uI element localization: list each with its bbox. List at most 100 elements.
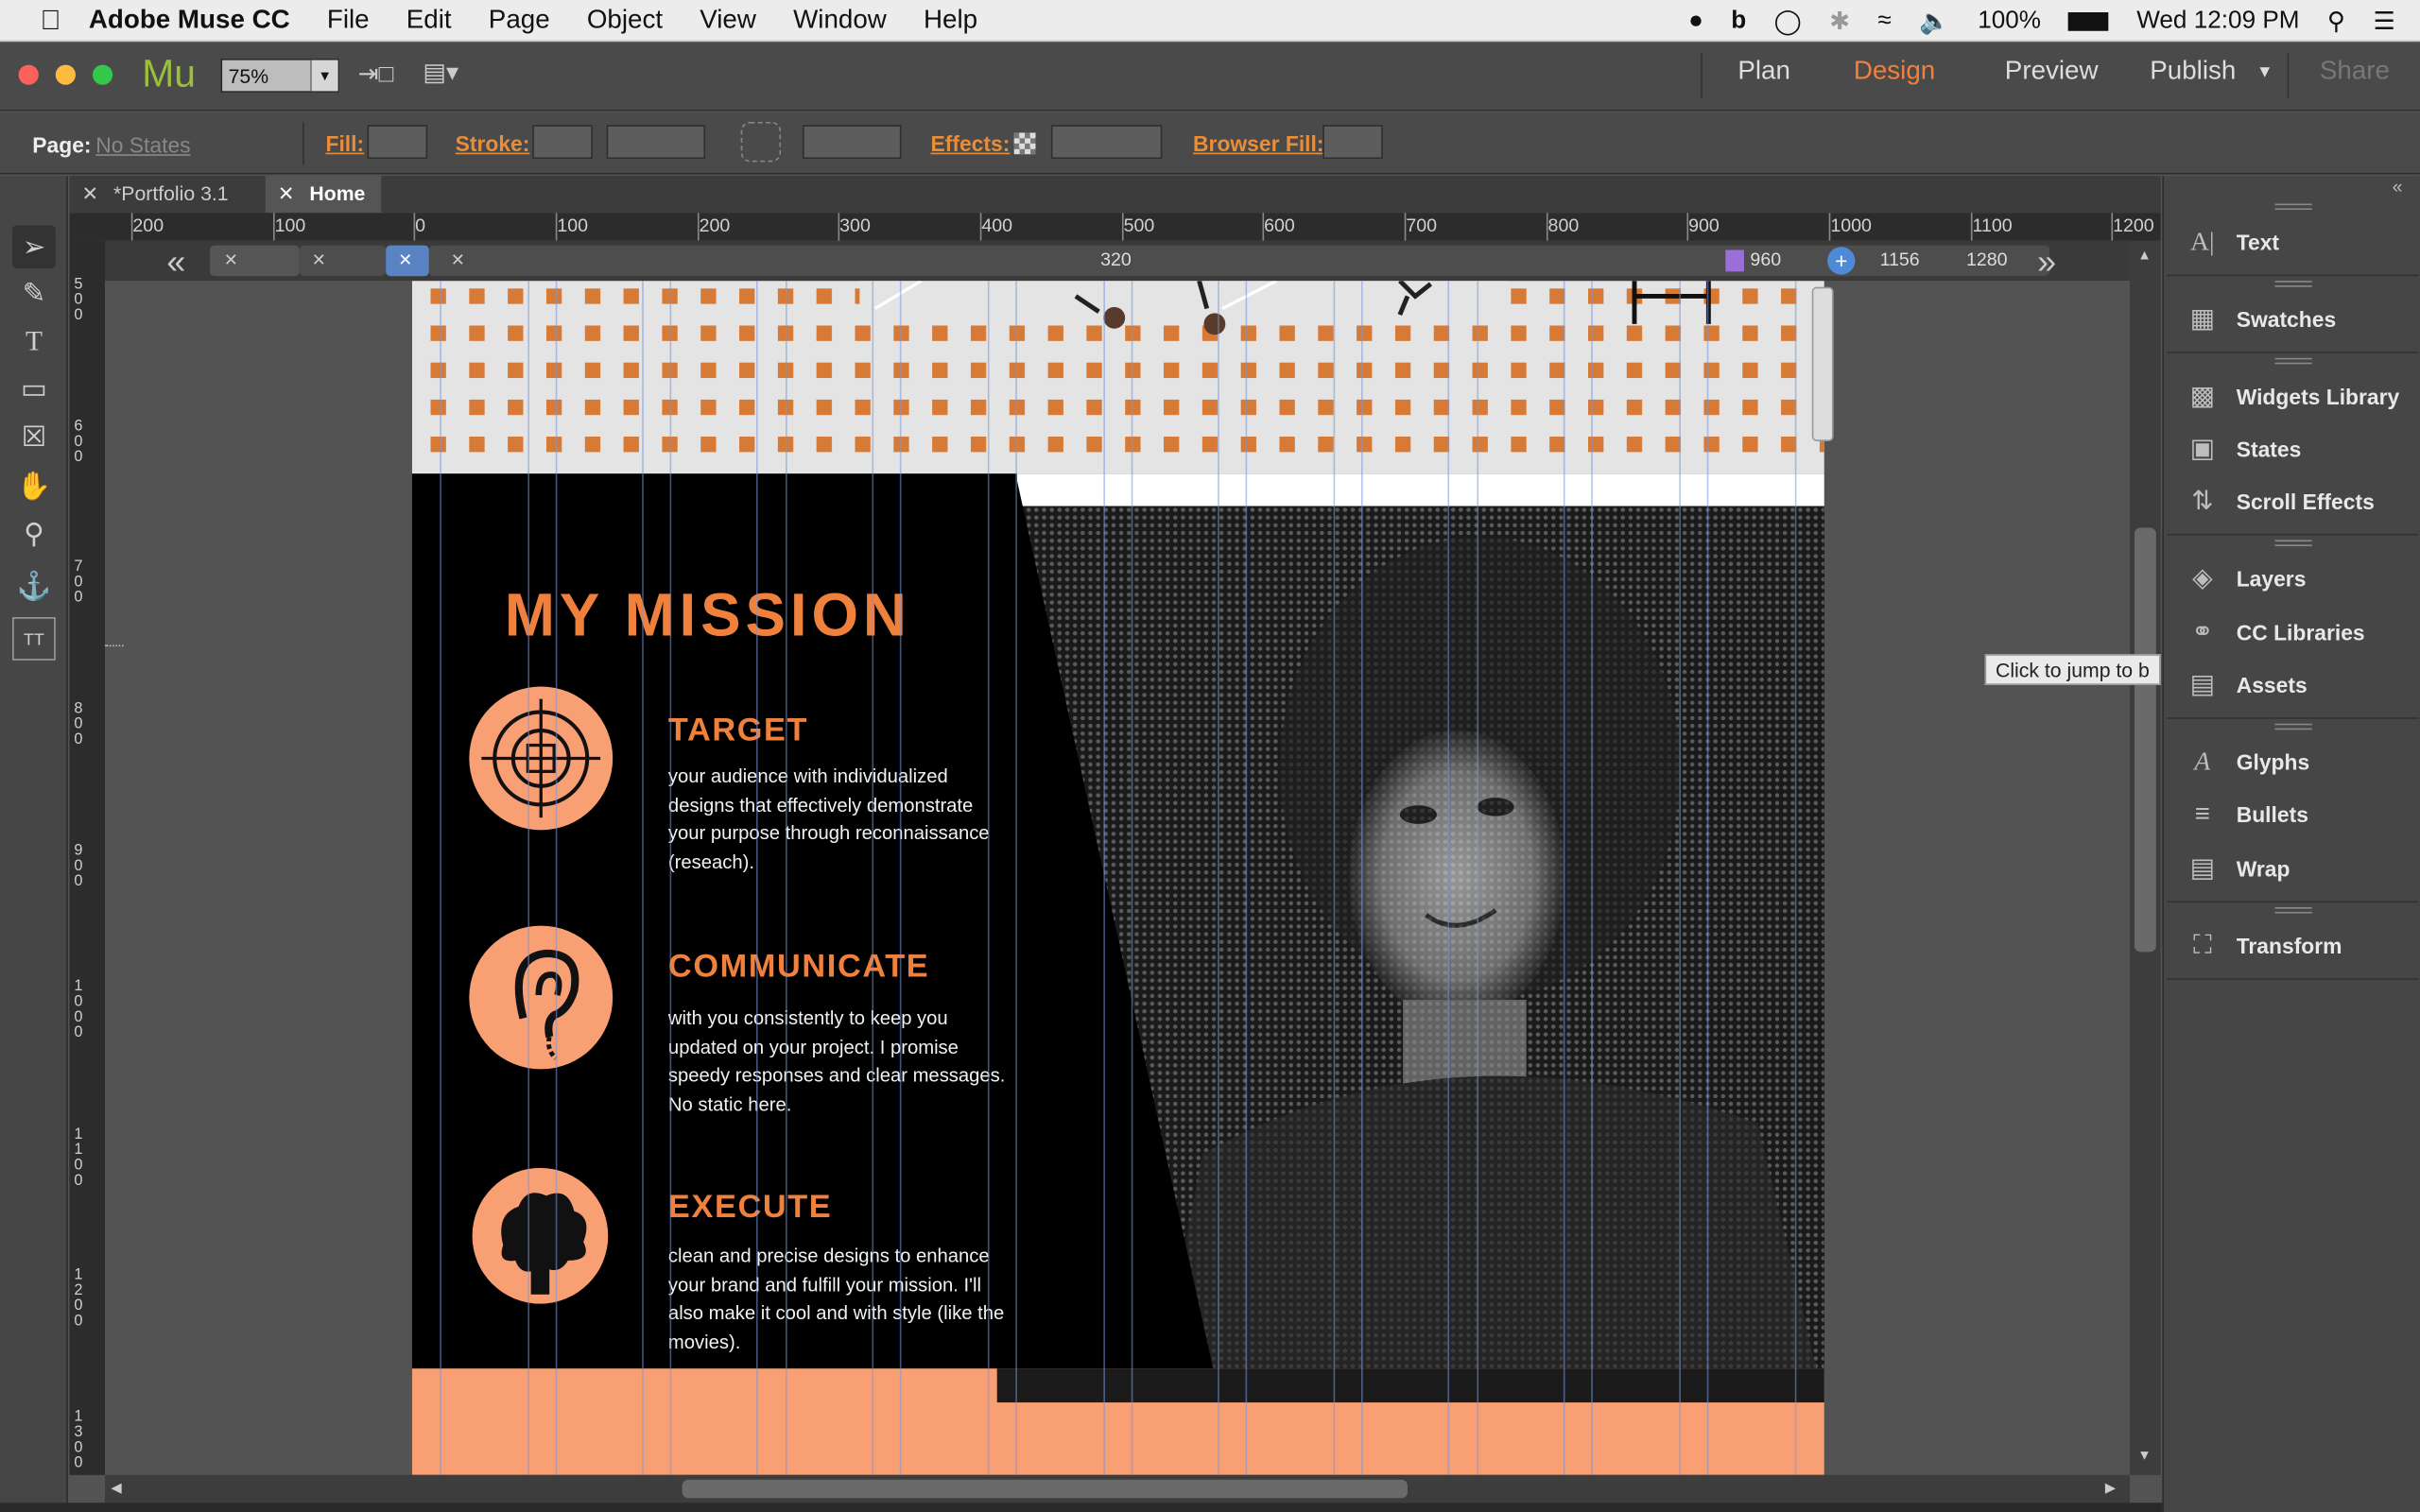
- close-icon[interactable]: ✕: [451, 249, 465, 270]
- breakpoint-mark-1280[interactable]: 1280: [1966, 249, 2008, 270]
- mission-title[interactable]: MY MISSION: [505, 583, 911, 651]
- close-icon[interactable]: ✕: [278, 182, 295, 205]
- battery-icon[interactable]: [2068, 11, 2109, 30]
- breakpoint-mark-1156[interactable]: 1156: [1880, 249, 1920, 270]
- fill-label[interactable]: Fill:: [325, 131, 364, 156]
- mode-plan[interactable]: Plan: [1737, 56, 1790, 87]
- text-frame-tool-icon[interactable]: TT: [12, 617, 56, 661]
- chevron-down-icon[interactable]: ▼: [310, 60, 338, 92]
- panel-scroll-effects[interactable]: ⇅ Scroll Effects: [2186, 478, 2375, 524]
- panel-layers[interactable]: ◈ Layers: [2186, 556, 2306, 602]
- horizontal-scrollbar[interactable]: ◀ ▶: [105, 1474, 2131, 1503]
- scroll-down-arrow-icon[interactable]: ▼: [2137, 1447, 2152, 1462]
- vertical-scrollbar[interactable]: ▲ ▼: [2130, 240, 2161, 1475]
- notification-center-icon[interactable]: ☰: [2373, 6, 2394, 37]
- horizontal-scroll-thumb[interactable]: [682, 1479, 1408, 1499]
- menu-window[interactable]: Window: [793, 5, 887, 36]
- page-height-resize-handle[interactable]: [1811, 286, 1834, 441]
- zoom-window-button[interactable]: [92, 64, 113, 85]
- bluetooth-icon[interactable]: ✱: [1829, 6, 1850, 37]
- menu-file[interactable]: File: [327, 5, 370, 36]
- place-file-icon[interactable]: ⇥□: [358, 59, 394, 90]
- apple-icon[interactable]: : [40, 4, 60, 36]
- panel-transform[interactable]: ⛶ Transform: [2186, 922, 2342, 969]
- drive-icon[interactable]: ◯: [1774, 6, 1802, 37]
- tab-portfolio[interactable]: ✕ *Portfolio 3.1: [69, 176, 265, 213]
- fill-swatch[interactable]: [367, 125, 428, 160]
- stroke-swatch[interactable]: [532, 125, 593, 160]
- close-window-button[interactable]: [18, 64, 39, 85]
- execute-text[interactable]: clean and precise designs to enhance you…: [668, 1242, 1014, 1356]
- double-chevron-left-icon[interactable]: «: [166, 242, 185, 282]
- menu-object[interactable]: Object: [587, 5, 663, 36]
- close-icon[interactable]: ✕: [82, 182, 99, 205]
- menu-edit[interactable]: Edit: [406, 5, 452, 36]
- target-heading[interactable]: TARGET: [668, 713, 808, 749]
- double-chevron-right-icon[interactable]: »: [2037, 242, 2056, 282]
- panel-text[interactable]: A| Text: [2186, 219, 2279, 266]
- panel-wrap[interactable]: ▤ Wrap: [2186, 846, 2290, 892]
- browser-fill-swatch[interactable]: [1322, 125, 1383, 160]
- browser-fill-label[interactable]: Browser Fill:: [1193, 131, 1323, 156]
- panel-glyphs[interactable]: A Glyphs: [2186, 739, 2309, 785]
- stroke-label[interactable]: Stroke:: [456, 131, 530, 156]
- page-layout-icon[interactable]: ▤▾: [423, 57, 458, 88]
- scroll-left-arrow-icon[interactable]: ◀: [112, 1480, 122, 1497]
- panel-bullets[interactable]: ≡ Bullets: [2186, 792, 2308, 838]
- tab-home[interactable]: ✕ Home: [265, 176, 382, 214]
- effects-opacity-field[interactable]: [1050, 125, 1163, 160]
- zoom-level-select[interactable]: 75% ▼: [220, 59, 340, 93]
- menu-help[interactable]: Help: [924, 5, 977, 36]
- publish-chevron-down-icon[interactable]: ▼: [2256, 63, 2273, 82]
- close-icon[interactable]: ✕: [398, 249, 412, 270]
- vertical-ruler[interactable]: 500 600 700 800 900 1000 1100 1200 1300: [69, 240, 106, 1475]
- stroke-width-stepper[interactable]: [606, 125, 706, 160]
- scroll-up-arrow-icon[interactable]: ▲: [2137, 247, 2152, 262]
- collapse-panels-icon[interactable]: «: [2393, 176, 2403, 198]
- page-state-value[interactable]: No States: [95, 132, 190, 157]
- vertical-scroll-thumb[interactable]: [2134, 527, 2156, 953]
- rectangle-frame-tool-icon[interactable]: ☒: [12, 415, 56, 458]
- mode-design[interactable]: Design: [1854, 56, 1935, 87]
- close-icon[interactable]: ✕: [312, 249, 326, 270]
- horizontal-ruler[interactable]: 200 100 0 100 200 300 400 500 600 700 80…: [105, 213, 2161, 241]
- panel-states[interactable]: ▣ States: [2186, 426, 2302, 472]
- anchor-tool-icon[interactable]: ⚓: [12, 565, 56, 609]
- target-text[interactable]: your audience with individualized design…: [668, 763, 1014, 877]
- page-frame[interactable]: MY MISSION TARGET your audience with ind…: [411, 281, 1824, 1475]
- breakpoint-mark-960[interactable]: 960: [1750, 249, 1781, 270]
- selection-tool-icon[interactable]: ➢: [12, 225, 56, 269]
- design-canvas[interactable]: MY MISSION TARGET your audience with ind…: [105, 281, 2131, 1475]
- breakpoint-bar[interactable]: « ✕ ✕ ✕ ✕ 320 960 + 1156 1280 »: [105, 240, 2131, 282]
- crop-tool-icon[interactable]: ✎: [12, 271, 56, 315]
- spotlight-search-icon[interactable]: ⚲: [2327, 6, 2345, 37]
- mode-publish[interactable]: Publish: [2150, 56, 2236, 87]
- wifi-icon[interactable]: ≈: [1878, 7, 1892, 34]
- close-icon[interactable]: ✕: [224, 249, 238, 270]
- execute-heading[interactable]: EXECUTE: [668, 1190, 832, 1227]
- menu-view[interactable]: View: [700, 5, 756, 36]
- effects-label[interactable]: Effects:: [930, 131, 1010, 156]
- add-breakpoint-button[interactable]: +: [1827, 247, 1856, 275]
- effects-checker-icon[interactable]: [1013, 132, 1036, 155]
- text-tool-icon[interactable]: T: [12, 319, 56, 363]
- communicate-text[interactable]: with you consistently to keep you update…: [668, 1005, 1014, 1119]
- volume-icon[interactable]: 🔈: [1919, 6, 1950, 37]
- clock[interactable]: Wed 12:09 PM: [2136, 7, 2299, 34]
- hand-tool-icon[interactable]: ✋: [12, 464, 56, 507]
- corner-radius-stepper[interactable]: [802, 125, 902, 160]
- zoom-tool-icon[interactable]: ⚲: [12, 512, 56, 556]
- communicate-heading[interactable]: COMMUNICATE: [668, 949, 929, 986]
- scroll-right-arrow-icon[interactable]: ▶: [2105, 1480, 2116, 1497]
- breakpoint-marker-purple[interactable]: [1725, 249, 1744, 272]
- panel-widgets-library[interactable]: ▩ Widgets Library: [2186, 373, 2400, 420]
- breakpoint-range-track[interactable]: [428, 245, 2050, 277]
- panel-swatches[interactable]: ▦ Swatches: [2186, 296, 2336, 342]
- minimize-window-button[interactable]: [55, 64, 76, 85]
- app-menu[interactable]: Adobe Muse CC: [89, 5, 290, 36]
- panel-assets[interactable]: ▤ Assets: [2186, 662, 2308, 708]
- panel-cc-libraries[interactable]: ⚭ CC Libraries: [2186, 610, 2364, 656]
- behance-icon[interactable]: b: [1731, 7, 1746, 34]
- creative-cloud-icon[interactable]: ●: [1688, 7, 1703, 34]
- mode-share[interactable]: Share: [2320, 56, 2390, 87]
